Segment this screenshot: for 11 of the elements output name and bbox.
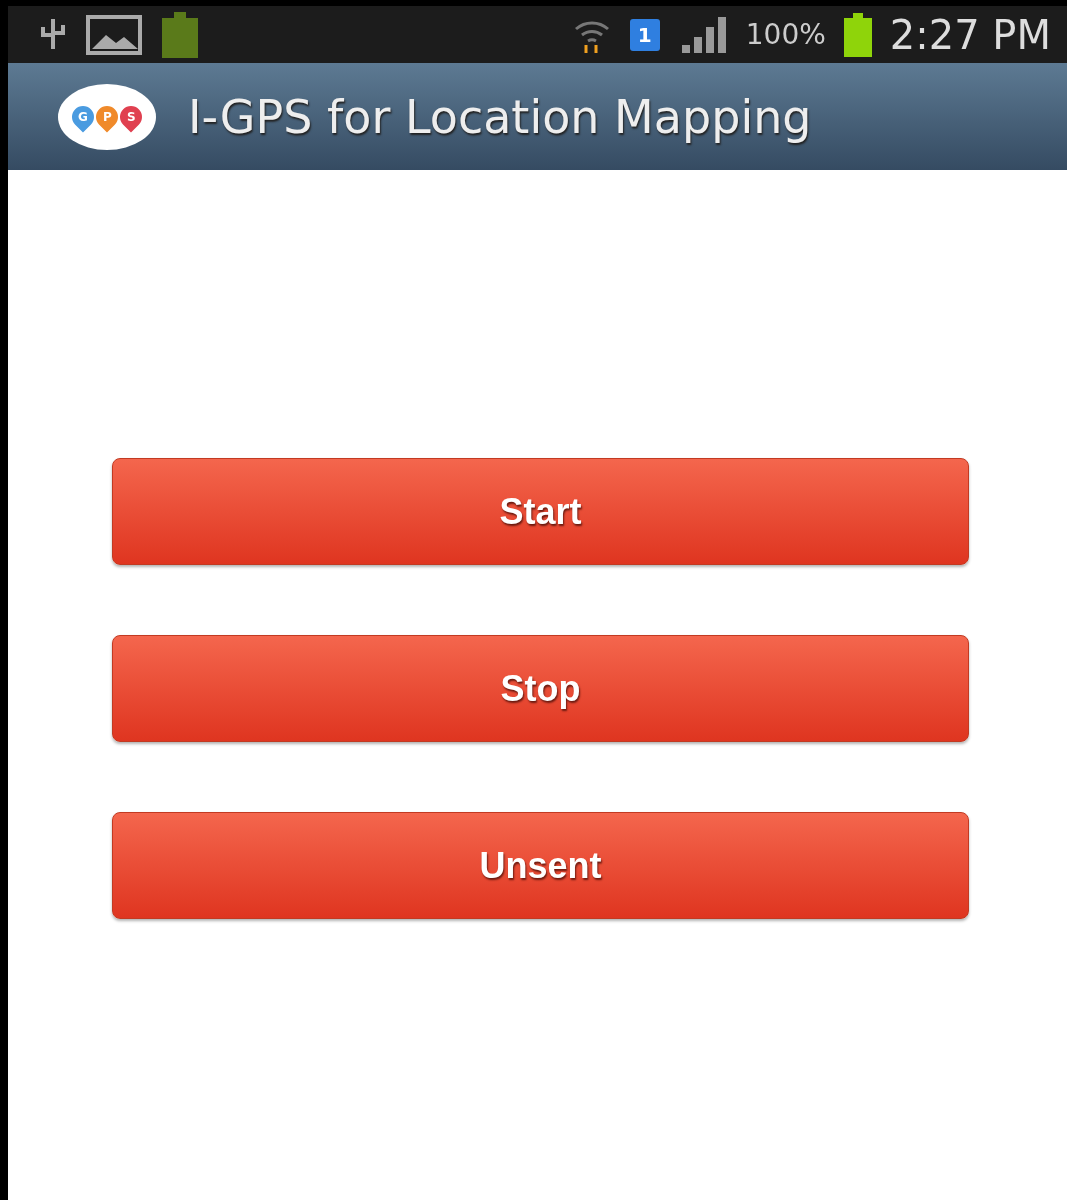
battery-percent: 100% bbox=[745, 18, 826, 51]
action-button[interactable]: Stop bbox=[112, 635, 969, 742]
clock-time: 2:27 PM bbox=[889, 11, 1051, 58]
action-button[interactable]: Start bbox=[112, 458, 969, 565]
sim-badge: 1 bbox=[629, 18, 660, 51]
battery-icon bbox=[843, 12, 872, 57]
action-button[interactable]: Unsent bbox=[112, 812, 969, 919]
app-title: I-GPS for Location Mapping bbox=[188, 89, 812, 144]
image-icon bbox=[86, 14, 142, 55]
battery-icon bbox=[160, 11, 200, 58]
app-logo: G P S bbox=[58, 83, 156, 150]
